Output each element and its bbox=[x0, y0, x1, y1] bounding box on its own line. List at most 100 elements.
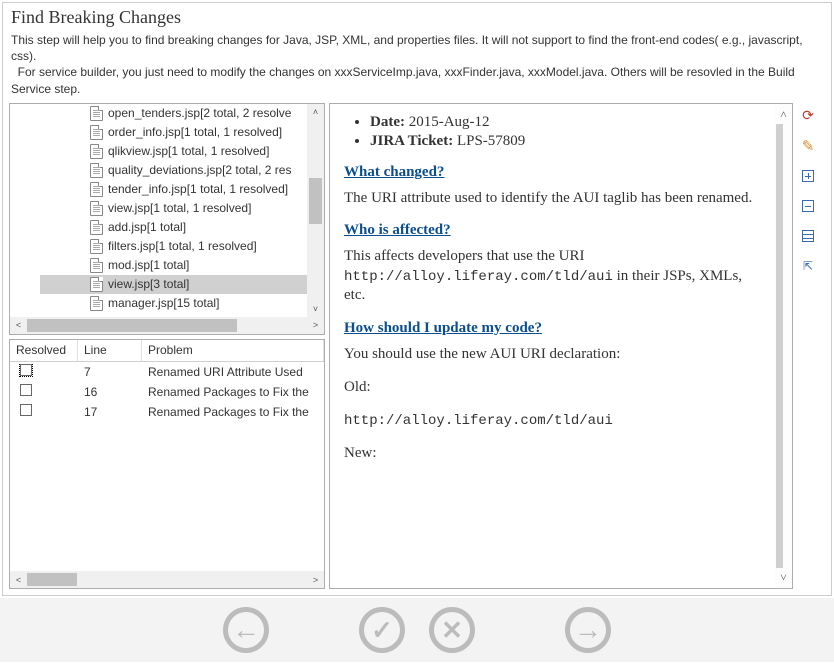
page-description: This step will help you to find breaking… bbox=[11, 32, 823, 97]
file-tree[interactable]: open_tenders.jsp[2 total, 2 resolve order… bbox=[9, 103, 325, 335]
col-resolved[interactable]: Resolved bbox=[10, 340, 78, 361]
page-title: Find Breaking Changes bbox=[11, 7, 823, 28]
detail-panel[interactable]: Date: 2015-Aug-12 JIRA Ticket: LPS-57809… bbox=[329, 103, 793, 589]
tree-item-label: qlikview.jsp[1 total, 1 resolved] bbox=[108, 144, 269, 158]
refresh-icon: ⟳ bbox=[802, 107, 814, 124]
tree-item[interactable]: quality_deviations.jsp[2 total, 2 res bbox=[40, 161, 324, 180]
table-row[interactable]: 16Renamed Packages to Fix the bbox=[10, 382, 324, 402]
wizard-header: Find Breaking Changes This step will hel… bbox=[3, 3, 831, 103]
col-problem[interactable]: Problem bbox=[142, 340, 324, 361]
table-row[interactable]: 17Renamed Packages to Fix the bbox=[10, 402, 324, 422]
old-label: Old: bbox=[344, 378, 766, 398]
tree-vertical-scrollbar[interactable]: ˄ ˅ bbox=[307, 104, 324, 317]
heading-what-changed[interactable]: What changed? bbox=[344, 164, 766, 181]
who-affected-text: This affects developers that use the URI… bbox=[344, 247, 766, 306]
next-button[interactable]: → bbox=[565, 607, 611, 653]
file-icon bbox=[90, 277, 103, 292]
scrollbar-thumb[interactable] bbox=[27, 319, 237, 332]
jira-value: LPS-57809 bbox=[457, 133, 525, 149]
scroll-left-arrow-icon[interactable]: < bbox=[10, 320, 27, 330]
table-header: Resolved Line Problem bbox=[10, 340, 324, 362]
scrollbar-track[interactable] bbox=[776, 124, 783, 568]
problem-cell: Renamed Packages to Fix the bbox=[142, 405, 324, 419]
problems-table[interactable]: Resolved Line Problem 7Renamed URI Attri… bbox=[9, 339, 325, 589]
arrow-right-icon: → bbox=[574, 614, 602, 646]
checkbox[interactable] bbox=[20, 364, 32, 376]
scroll-up-arrow-icon[interactable]: ˄ bbox=[775, 107, 792, 122]
checkbox[interactable] bbox=[20, 404, 32, 416]
table-horizontal-scrollbar[interactable]: < > bbox=[10, 571, 324, 588]
what-changed-text: The URI attribute used to identify the A… bbox=[344, 189, 766, 209]
tree-item-label: mod.jsp[1 total] bbox=[108, 258, 189, 272]
date-label: Date: bbox=[370, 114, 405, 130]
collapse-all-button[interactable] bbox=[797, 195, 819, 217]
date-value: 2015-Aug-12 bbox=[409, 114, 490, 130]
heading-who-affected[interactable]: Who is affected? bbox=[344, 222, 766, 239]
checkbox[interactable] bbox=[20, 384, 32, 396]
tree-item[interactable]: mod.jsp[1 total] bbox=[40, 256, 324, 275]
tree-item-label: tender_info.jsp[1 total, 1 resolved] bbox=[108, 182, 288, 196]
scroll-up-arrow-icon[interactable]: ˄ bbox=[309, 105, 322, 119]
file-icon bbox=[90, 163, 103, 178]
arrow-left-icon: ← bbox=[232, 614, 260, 646]
detail-vertical-scrollbar[interactable]: ˄ ˅ bbox=[775, 104, 792, 588]
line-cell: 17 bbox=[78, 405, 142, 419]
file-icon bbox=[90, 220, 103, 235]
problem-cell: Renamed URI Attribute Used bbox=[142, 365, 324, 379]
tree-item-label: manager.jsp[15 total] bbox=[108, 296, 219, 310]
tree-item[interactable]: open_tenders.jsp[2 total, 2 resolve bbox=[40, 104, 324, 123]
collapse-all-icon bbox=[802, 200, 814, 212]
tree-item-label: view.jsp[1 total, 1 resolved] bbox=[108, 201, 251, 215]
tree-item-label: open_tenders.jsp[2 total, 2 resolve bbox=[108, 106, 291, 120]
tree-item[interactable]: order_info.jsp[1 total, 1 resolved] bbox=[40, 123, 324, 142]
heading-how-update[interactable]: How should I update my code? bbox=[344, 320, 766, 337]
cancel-button[interactable]: ✕ bbox=[429, 607, 475, 653]
scroll-down-arrow-icon[interactable]: ˅ bbox=[775, 570, 792, 585]
file-icon bbox=[90, 296, 103, 311]
tree-item[interactable]: view.jsp[1 total, 1 resolved] bbox=[40, 199, 324, 218]
resolved-cell[interactable] bbox=[10, 404, 78, 419]
autofix-button[interactable]: ✎ bbox=[797, 135, 819, 157]
expand-all-icon bbox=[802, 170, 814, 182]
list-view-button[interactable] bbox=[797, 225, 819, 247]
tree-item-label: add.jsp[1 total] bbox=[108, 220, 186, 234]
scroll-left-arrow-icon[interactable]: < bbox=[10, 575, 27, 585]
tree-item-label: quality_deviations.jsp[2 total, 2 res bbox=[108, 163, 291, 177]
tree-item[interactable]: manager.jsp[15 total] bbox=[40, 294, 324, 313]
action-sidebar: ⟳ ✎ ⇱ bbox=[797, 103, 825, 589]
file-icon bbox=[90, 239, 103, 254]
col-line[interactable]: Line bbox=[78, 340, 142, 361]
tree-horizontal-scrollbar[interactable]: < > bbox=[10, 317, 324, 334]
wand-icon: ✎ bbox=[802, 137, 815, 155]
old-uri-code: http://alloy.liferay.com/tld/aui bbox=[344, 412, 766, 430]
resolved-cell[interactable] bbox=[10, 384, 78, 399]
detail-meta-list: Date: 2015-Aug-12 JIRA Ticket: LPS-57809 bbox=[370, 114, 766, 150]
scroll-right-arrow-icon[interactable]: > bbox=[307, 575, 324, 585]
tree-item[interactable]: qlikview.jsp[1 total, 1 resolved] bbox=[40, 142, 324, 161]
expand-all-button[interactable] bbox=[797, 165, 819, 187]
tree-item[interactable]: filters.jsp[1 total, 1 resolved] bbox=[40, 237, 324, 256]
line-cell: 16 bbox=[78, 385, 142, 399]
resolved-cell[interactable] bbox=[10, 364, 78, 379]
tree-item[interactable]: view.jsp[3 total] bbox=[40, 275, 324, 294]
tree-item[interactable]: add.jsp[1 total] bbox=[40, 218, 324, 237]
file-icon bbox=[90, 201, 103, 216]
back-button[interactable]: ← bbox=[223, 607, 269, 653]
tree-item[interactable]: tender_info.jsp[1 total, 1 resolved] bbox=[40, 180, 324, 199]
scroll-right-arrow-icon[interactable]: > bbox=[307, 320, 324, 330]
jira-label: JIRA Ticket: bbox=[370, 133, 453, 149]
refresh-button[interactable]: ⟳ bbox=[797, 105, 819, 127]
list-icon bbox=[802, 230, 814, 242]
table-row[interactable]: 7Renamed URI Attribute Used bbox=[10, 362, 324, 382]
file-icon bbox=[90, 106, 103, 121]
tree-item-label: filters.jsp[1 total, 1 resolved] bbox=[108, 239, 257, 253]
toggle-link-button[interactable]: ⇱ bbox=[797, 255, 819, 277]
check-icon: ✓ bbox=[371, 615, 393, 646]
scrollbar-thumb[interactable] bbox=[309, 178, 322, 224]
scroll-down-arrow-icon[interactable]: ˅ bbox=[309, 302, 322, 316]
scrollbar-thumb[interactable] bbox=[27, 573, 77, 586]
file-icon bbox=[90, 144, 103, 159]
line-cell: 7 bbox=[78, 365, 142, 379]
apply-button[interactable]: ✓ bbox=[359, 607, 405, 653]
file-icon bbox=[90, 125, 103, 140]
